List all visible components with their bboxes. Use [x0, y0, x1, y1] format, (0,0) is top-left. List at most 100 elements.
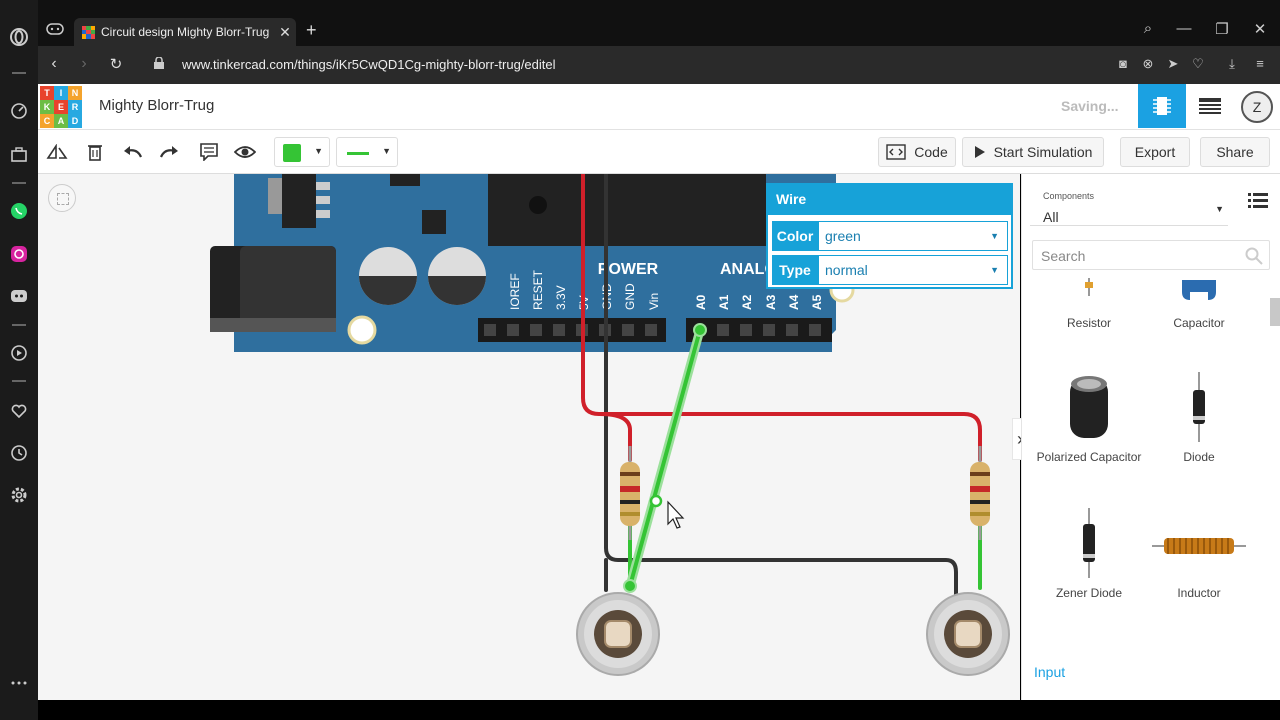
eye-icon[interactable]: [232, 140, 258, 164]
diode-thumb-icon: [1144, 370, 1254, 450]
table-icon: [1199, 98, 1221, 114]
url-field[interactable]: www.tinkercad.com/things/iKr5CwQD1Cg-mig…: [182, 57, 556, 72]
whatsapp-icon[interactable]: [8, 200, 30, 222]
pin-label: IOREF: [508, 273, 522, 310]
send-icon[interactable]: ➤: [1163, 56, 1183, 72]
logo-letter: D: [68, 114, 82, 128]
redo-icon[interactable]: [156, 140, 182, 164]
search-icon: [1245, 247, 1263, 265]
scrollbar-thumb[interactable]: [1270, 298, 1280, 326]
section-input-label[interactable]: Input: [1034, 664, 1065, 680]
rotate-icon[interactable]: [44, 140, 70, 164]
code-label: Code: [914, 144, 948, 160]
export-label: Export: [1134, 144, 1176, 160]
adblock-icon[interactable]: ⊗: [1138, 56, 1158, 72]
resistor-right[interactable]: [970, 446, 990, 540]
share-button[interactable]: Share: [1200, 137, 1270, 167]
wire-type-label: Type: [772, 255, 818, 285]
simulation-label: Start Simulation: [993, 144, 1093, 160]
wire-type-row: Type normal ▼: [772, 255, 1008, 285]
search-input[interactable]: Search: [1032, 240, 1270, 270]
undo-icon[interactable]: [120, 140, 146, 164]
sidebar-divider: [12, 182, 26, 184]
wire-color-label: Color: [772, 221, 818, 251]
list-view-icon[interactable]: [1248, 192, 1268, 208]
selected-wire-a0[interactable]: [623, 323, 707, 593]
avatar[interactable]: Z: [1241, 91, 1273, 123]
reload-icon[interactable]: ↻: [106, 55, 126, 73]
sensor-right[interactable]: [926, 592, 1010, 676]
forward-icon[interactable]: ›: [74, 55, 94, 73]
save-status: Saving...: [1061, 98, 1119, 114]
component-polarized-capacitor[interactable]: Polarized Capacitor: [1034, 370, 1144, 464]
tab-strip: Circuit design Mighty Blorr-Trug ✕ + ⌕ —…: [38, 0, 1280, 46]
discord-icon[interactable]: [8, 285, 30, 307]
power-header: [478, 318, 666, 342]
components-panel: Components All ▼ Search Resistor Capacit…: [1021, 174, 1280, 700]
start-simulation-button[interactable]: Start Simulation: [962, 137, 1104, 167]
components-dropdown-value: All: [1043, 209, 1059, 225]
component-label: Inductor: [1177, 586, 1221, 600]
arduino-board[interactable]: POWER ANALOG IN IOREF RESET 3.3V 5V GND …: [210, 174, 855, 352]
code-icon: [886, 144, 906, 160]
wire-color-select[interactable]: green ▼: [818, 221, 1008, 251]
opera-icon[interactable]: [8, 26, 30, 48]
settings-icon[interactable]: [8, 484, 30, 506]
component-label: Resistor: [1066, 316, 1111, 330]
component-label: Polarized Capacitor: [1036, 450, 1142, 464]
project-title[interactable]: Mighty Blorr-Trug: [99, 97, 214, 114]
new-tab-icon[interactable]: +: [306, 20, 317, 41]
pin-label: A0: [694, 294, 708, 310]
wire-type-select[interactable]: normal ▼: [818, 255, 1008, 285]
circuit-view-button[interactable]: [1138, 84, 1186, 128]
more-icon[interactable]: [8, 672, 30, 694]
back-icon[interactable]: ‹: [44, 55, 64, 73]
tinkercad-favicon: [82, 25, 95, 39]
component-list-view-button[interactable]: [1188, 84, 1232, 128]
tinkercad-header: T I N K E R C A D Mighty Blorr-Trug Savi…: [38, 84, 1280, 130]
pin-label: RESET: [531, 269, 545, 310]
component-resistor[interactable]: Resistor: [1034, 274, 1144, 330]
components-dropdown[interactable]: Components All ▼: [1030, 182, 1228, 226]
history-icon[interactable]: [8, 442, 30, 464]
instagram-icon[interactable]: [8, 243, 30, 265]
component-zener-diode[interactable]: Zener Diode: [1034, 506, 1144, 600]
pin-label: A1: [717, 294, 731, 310]
component-inductor[interactable]: Inductor: [1144, 506, 1254, 600]
wire-color-dropdown[interactable]: ▼: [274, 137, 330, 167]
player-icon[interactable]: [8, 342, 30, 364]
pin-label: Vin: [647, 293, 661, 310]
component-label: Zener Diode: [1055, 586, 1123, 600]
sidebar-divider: [12, 380, 26, 382]
components-scrollbar[interactable]: [1270, 284, 1280, 700]
tab-close-icon[interactable]: ✕: [274, 24, 296, 41]
heart-icon[interactable]: [8, 400, 30, 422]
briefcase-icon[interactable]: [8, 143, 30, 165]
restore-icon[interactable]: ❐: [1210, 20, 1234, 38]
component-diode[interactable]: Diode: [1144, 370, 1254, 464]
resistor-left[interactable]: [620, 446, 640, 540]
menu-icon[interactable]: ≡: [1250, 56, 1270, 71]
sidebar-divider: [12, 72, 26, 74]
speed-dial-icon[interactable]: [8, 100, 30, 122]
component-capacitor[interactable]: Capacitor: [1144, 274, 1254, 330]
download-icon[interactable]: ⤓: [1222, 56, 1242, 72]
gamepad-icon[interactable]: [46, 22, 64, 41]
browser-tab[interactable]: Circuit design Mighty Blorr-Trug ✕: [74, 18, 296, 46]
pin-label: A4: [787, 294, 801, 310]
close-window-icon[interactable]: ✕: [1248, 20, 1272, 38]
heart-icon[interactable]: ♡: [1188, 56, 1208, 72]
tinkercad-logo[interactable]: T I N K E R C A D: [40, 86, 82, 128]
code-button[interactable]: Code: [878, 137, 956, 167]
pin-label: A2: [740, 294, 754, 310]
sensor-left[interactable]: [576, 592, 660, 676]
export-button[interactable]: Export: [1120, 137, 1190, 167]
wire-color-value: green: [825, 228, 861, 244]
notes-icon[interactable]: [196, 140, 222, 164]
minimize-icon[interactable]: —: [1172, 20, 1196, 37]
camera-icon[interactable]: ◙: [1113, 56, 1133, 71]
wire-type-dropdown[interactable]: ▼: [336, 137, 398, 167]
search-icon[interactable]: ⌕: [1136, 20, 1160, 37]
wire-type-value: normal: [825, 262, 868, 278]
delete-icon[interactable]: [82, 140, 108, 164]
